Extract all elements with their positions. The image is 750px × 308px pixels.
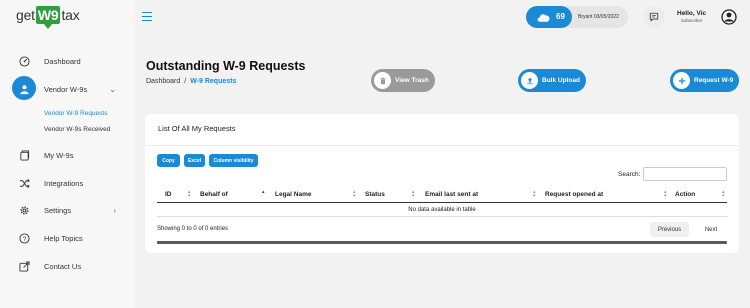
breadcrumb-separator: / [184, 78, 187, 85]
hamburger-line [142, 12, 152, 14]
table-info: Showing 0 to 0 of 0 entries [157, 226, 229, 232]
card-title: List Of All My Requests [158, 124, 236, 133]
column-header-legal-name[interactable]: Legal Name [275, 191, 312, 198]
sidebar-item-label: Vendor W-9s [44, 84, 88, 94]
dashboard-icon [18, 55, 30, 67]
chat-button[interactable] [643, 6, 665, 28]
sidebar-item-label: Settings [44, 205, 72, 215]
chevron-down-icon: ⌄ [109, 84, 116, 94]
hamburger-line [142, 15, 152, 18]
sidebar-item-my-w9s[interactable]: My W-9s [0, 143, 135, 167]
column-visibility-button[interactable]: Column visibility [209, 154, 258, 167]
previous-page-button[interactable]: Previous [650, 222, 689, 237]
sidebar-item-label: My W-9s [44, 150, 74, 160]
sidebar-item-help-topics[interactable]: ? Help Topics [0, 226, 135, 250]
contact-icon [18, 260, 30, 272]
sidebar-item-vendor-w9s[interactable]: Vendor W-9s ⌄ [0, 76, 135, 101]
files-icon [18, 149, 30, 161]
excel-button[interactable]: Excel [184, 154, 205, 167]
vendor-icon [18, 83, 30, 95]
breadcrumb: Dashboard / W-9 Requests [146, 78, 236, 85]
greeting-text: Hello, Vic [677, 10, 707, 17]
request-w9-label: Request W-9 [694, 77, 734, 84]
sort-icon: ▴ ▾ [664, 189, 667, 199]
request-w9-button[interactable]: Request W-9 [670, 69, 739, 92]
logo-get: get [16, 7, 35, 23]
sidebar: get W9 tax Dashboard Vendor W-9s ⌄ Vendo… [0, 0, 135, 308]
upload-icon [521, 72, 538, 89]
column-header-id[interactable]: ID [165, 191, 172, 198]
logo[interactable]: get W9 tax [16, 6, 80, 29]
column-header-status[interactable]: Status [365, 191, 385, 198]
sidebar-subitem-vendor-w9s-received[interactable]: Vendor W-9s Received [44, 126, 110, 133]
column-header-behalf-of[interactable]: Behalf of [200, 191, 228, 198]
sidebar-item-label: Contact Us [44, 261, 82, 271]
search-input[interactable] [643, 167, 727, 181]
sort-icon: ▴ ▾ [533, 189, 536, 199]
search-label: Search: [618, 171, 641, 178]
bulk-upload-button[interactable]: Bulk Upload [518, 69, 586, 92]
sort-icon: ▴ ▾ [188, 189, 191, 199]
account-info: Bryant 03/05/2022 [578, 14, 619, 20]
logo-w9: W9 [35, 6, 61, 29]
sort-icon: ▴ ▾ [353, 189, 356, 199]
credits-widget[interactable]: 69 Bryant 03/05/2022 [526, 6, 628, 28]
breadcrumb-home[interactable]: Dashboard [146, 78, 180, 85]
logo-tax: tax [61, 7, 80, 23]
sidebar-item-label: Dashboard [44, 56, 81, 66]
horizontal-scrollbar[interactable] [157, 241, 727, 244]
chevron-right-icon: › [113, 205, 116, 215]
copy-button[interactable]: Copy [157, 154, 180, 167]
hamburger-menu-icon[interactable] [142, 12, 152, 21]
sort-icon: ▴ ▾ [722, 189, 725, 199]
column-header-request-opened[interactable]: Request opened at [545, 191, 603, 198]
cloud-icon [537, 14, 550, 22]
user-greeting: Hello, Vic Subscriber [677, 10, 706, 23]
column-header-email-last-sent[interactable]: Email last sent at [425, 191, 478, 198]
view-trash-label: View Trash [395, 77, 429, 84]
next-page-button[interactable]: Next [697, 222, 725, 237]
help-icon: ? [18, 232, 30, 244]
column-header-action[interactable]: Action [675, 191, 695, 198]
empty-table-message: No data available in table [157, 203, 727, 217]
sidebar-item-contact-us[interactable]: Contact Us [0, 254, 135, 278]
sidebar-subitem-vendor-w9-requests[interactable]: Vendor W-9 Requests [44, 110, 107, 117]
gear-icon [18, 204, 30, 216]
view-trash-button[interactable]: View Trash [371, 69, 435, 92]
plus-icon [673, 72, 690, 89]
user-role: Subscriber [680, 18, 703, 23]
integrations-icon [18, 177, 30, 189]
user-avatar-icon[interactable] [721, 9, 737, 25]
card-divider [145, 145, 739, 146]
requests-card: List Of All My Requests Copy Excel Colum… [145, 114, 739, 253]
hamburger-line [142, 19, 152, 21]
svg-text:?: ? [22, 235, 26, 242]
sidebar-item-settings[interactable]: Settings › [0, 198, 135, 222]
trash-icon [374, 72, 391, 89]
page-title: Outstanding W-9 Requests [146, 59, 306, 73]
sidebar-item-label: Integrations [44, 178, 84, 188]
sidebar-item-integrations[interactable]: Integrations [0, 171, 135, 195]
sort-icon: ▴ ▾ [412, 189, 415, 199]
chat-icon [649, 12, 659, 22]
sidebar-item-dashboard[interactable]: Dashboard [0, 49, 135, 73]
sidebar-item-label: Help Topics [44, 233, 83, 243]
breadcrumb-current: W-9 Requests [190, 78, 237, 85]
credits-pill: 69 [526, 6, 572, 28]
bulk-upload-label: Bulk Upload [542, 77, 580, 84]
sort-asc-icon: ▴ [262, 189, 265, 195]
table-header: ID ▴ ▾ Behalf of ▴ Legal Name ▴ ▾ Status ▴… [157, 187, 727, 203]
credits-count: 69 [556, 12, 565, 21]
